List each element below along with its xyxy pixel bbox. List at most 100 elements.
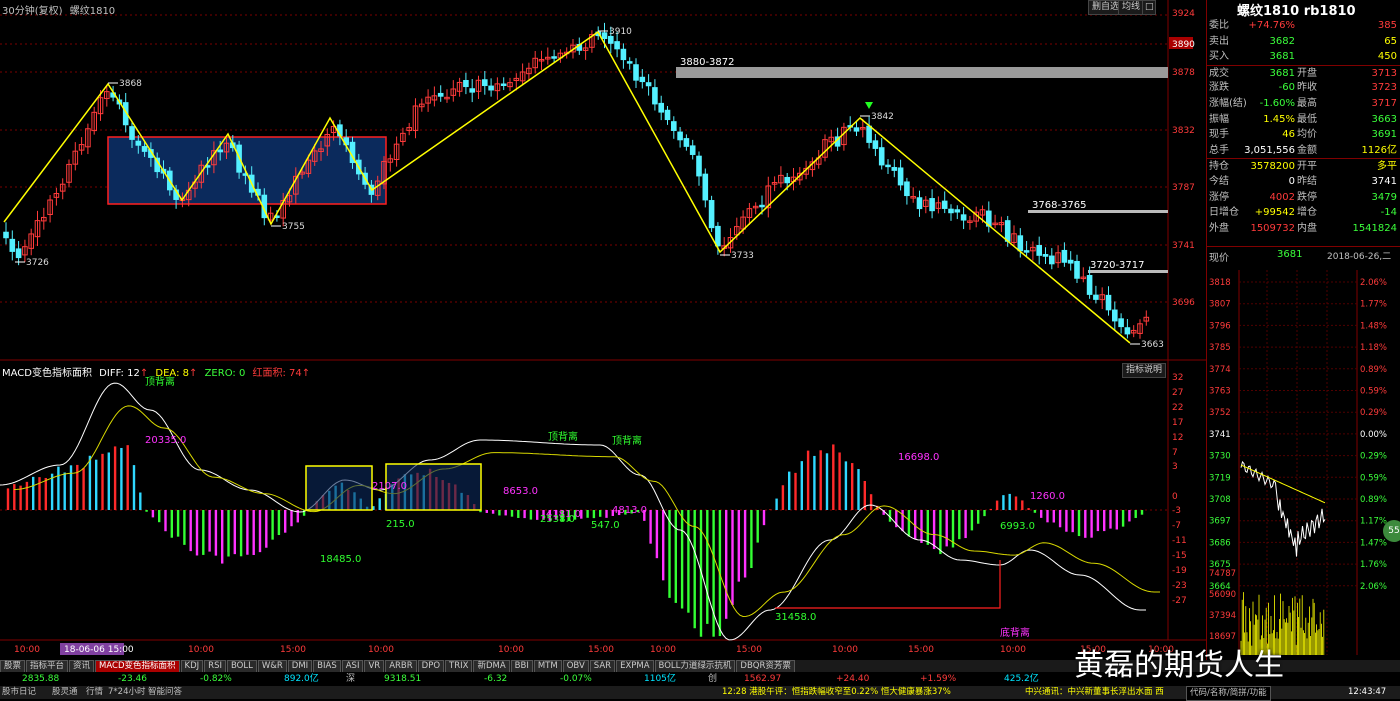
news-ticker-2[interactable]: 中兴通讯：中兴新董事长浮出水面 西 (1025, 686, 1164, 699)
indicator-tab[interactable]: SAR (589, 660, 616, 672)
quote-value: 0 (1288, 176, 1295, 187)
mini-pct-label: 0.00% (1360, 430, 1387, 440)
kline-chart-area[interactable]: 3924 3890 3878 3832 3787 3741 3696 3910 3868 3755… (0, 0, 1206, 660)
candle-body (1017, 235, 1024, 252)
ma-button[interactable]: 均线 (1118, 0, 1145, 15)
time-tick-label: 15:00 (280, 645, 306, 655)
macd-histogram-bar (819, 450, 822, 510)
indicator-tab[interactable]: KDJ (180, 660, 204, 672)
kline-svg[interactable]: 3924 3890 3878 3832 3787 3741 3696 3910 3868 3755… (0, 0, 1206, 660)
macd-histogram-bar (1033, 510, 1037, 513)
macd-histogram-bar (945, 510, 948, 547)
indicator-tab[interactable]: MTM (533, 660, 562, 672)
candle-body (1036, 245, 1043, 256)
indicator-tab[interactable]: VR (364, 660, 385, 672)
macd-histogram-bar (769, 509, 772, 510)
floating-bubble[interactable]: 55 (1383, 520, 1400, 542)
indicator-tab[interactable]: DPO (417, 660, 445, 672)
indicator-tab[interactable]: TRIX (445, 660, 473, 672)
candle-body (500, 83, 507, 87)
quote-label-right: 内盘 (1297, 222, 1317, 234)
quote-value-right: 3713 (1371, 67, 1397, 79)
indicator-tab[interactable]: 股票 (0, 660, 26, 672)
indicator-tab[interactable]: DMI (287, 660, 313, 672)
macd-histogram-bar (284, 510, 287, 533)
macd-label-a10: 31458.0 (775, 612, 816, 623)
macd-histogram-bar (832, 444, 835, 510)
macd-histogram-bar (25, 481, 29, 510)
indicator-tab[interactable]: RSI (204, 660, 226, 672)
quote-row: 成交 3681 开盘 3713 (1207, 64, 1400, 81)
candle-body (677, 131, 683, 141)
time-tick-label: 10:00 (498, 645, 524, 655)
candle-body (1004, 220, 1011, 242)
macd-histogram-bar (277, 510, 281, 536)
macd-histogram-bar (680, 510, 684, 609)
now-price: 3681 (1277, 249, 1303, 260)
mini-price-label: 3686 (1209, 538, 1231, 548)
candle-body (645, 82, 652, 87)
macd-label-a11: 16698.0 (898, 452, 939, 463)
macd-histogram-bar (6, 488, 10, 510)
candle-body (702, 173, 709, 201)
indicator-tab[interactable]: BOLL (226, 660, 257, 672)
indicator-tab[interactable]: DBQR资芳票 (736, 660, 795, 672)
macd-histogram-bar (869, 494, 873, 510)
quote-value: 4002 (1269, 191, 1295, 203)
candle-body (1086, 274, 1093, 295)
candle-body (614, 41, 620, 50)
toolbar-item-quote[interactable]: 行情 (86, 686, 103, 699)
macd-histogram-bar (202, 510, 205, 555)
quote-row: 振幅 1.45% 最低 3663 (1207, 112, 1400, 127)
time-tick-label: 15:00 (908, 645, 934, 655)
quote-label: 总手 (1209, 144, 1229, 156)
indicator-tab[interactable]: 指标平台 (26, 660, 69, 672)
macd-tick-label: -19 (1172, 566, 1187, 576)
indicator-tab[interactable]: W&R (257, 660, 287, 672)
toolbar-item-qa[interactable]: 智能问答 (148, 686, 182, 699)
toolbar-item-diary[interactable]: 股市日记 (2, 686, 36, 699)
macd-histogram-bar (725, 510, 728, 619)
candle-body (1023, 250, 1030, 253)
news-ticker[interactable]: 12:28 港股午评：恒指跌幅收窄至0.22% 恒大健康暴涨37% (722, 686, 951, 699)
price-tick-label: 3741 (1172, 241, 1195, 251)
toolbar-item-724[interactable]: 7*24小时 (108, 686, 145, 699)
macd-histogram-bar (239, 510, 243, 557)
price-tick-label: 3787 (1172, 183, 1195, 193)
macd-red-area: 红面积: 74 (252, 368, 302, 379)
indicator-tab[interactable]: 新DMA (473, 660, 510, 672)
indicator-tab[interactable]: ARBR (385, 660, 417, 672)
indicator-help-button[interactable]: 指标说明 (1122, 363, 1167, 378)
mini-pct-label: 1.77% (1360, 300, 1387, 310)
mini-pct-label: 0.59% (1360, 473, 1387, 483)
indicator-tab[interactable]: ASI (341, 660, 364, 672)
macd-histogram-bar (989, 508, 992, 510)
mini-volume-label: 74787 (1209, 569, 1236, 579)
candle-body (708, 200, 715, 229)
indicator-tab[interactable]: 资讯 (69, 660, 95, 672)
quote-value: 3681 (1269, 51, 1295, 63)
indicator-tab[interactable]: BBI (510, 660, 533, 672)
indicator-tab[interactable]: BIAS (313, 660, 341, 672)
indicator-tab[interactable]: EXPMA (616, 660, 654, 672)
quote-label-right: 开盘 (1297, 67, 1317, 79)
candle-body (683, 138, 690, 147)
macd-histogram-bar (970, 510, 974, 531)
macd-histogram-bar (983, 510, 986, 517)
candle-body (652, 87, 658, 105)
intraday-chart[interactable]: 3818 2.06% 3807 1.77% 3796 1.48% 3785 1.18% 3774… (1207, 270, 1400, 655)
indicator-tab[interactable]: BOLL力道绿示抗机 (654, 660, 736, 672)
candle-body (1105, 294, 1112, 311)
mini-price-label: 3741 (1209, 430, 1231, 440)
maximize-button[interactable]: □ (1142, 0, 1156, 15)
indicator-tab[interactable]: OBV (562, 660, 589, 672)
candle-body (853, 127, 860, 132)
quote-label-right: 跌停 (1297, 191, 1317, 203)
candle-body (9, 238, 16, 252)
macd-histogram-bar (838, 452, 841, 510)
macd-label-a1: 20335.0 (145, 435, 186, 446)
macd-histogram-bar (95, 459, 98, 510)
toolbar-item-gulingtong[interactable]: 股灵通 (52, 686, 78, 699)
indicator-tab[interactable]: MACD变色指标面积 (95, 660, 180, 672)
macd-histogram-bar (1065, 510, 1068, 532)
